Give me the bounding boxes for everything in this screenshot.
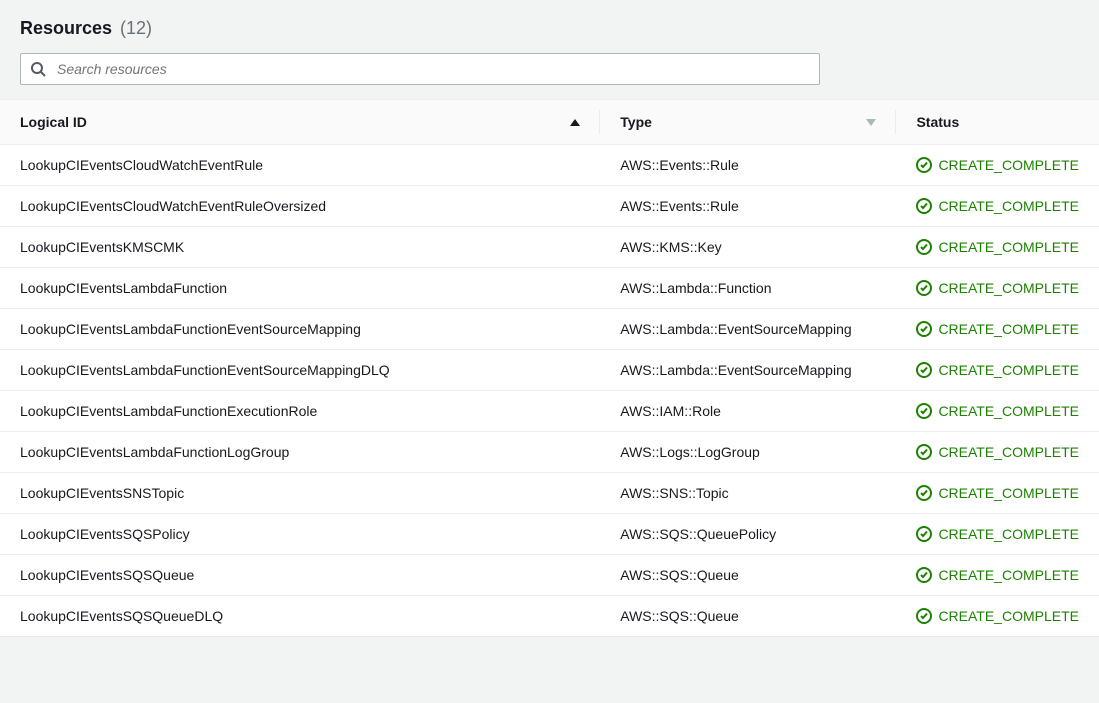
- table-row: LookupCIEventsLambdaFunctionExecutionRol…: [0, 391, 1099, 432]
- column-header-type[interactable]: Type: [600, 100, 896, 145]
- column-header-logical-id[interactable]: Logical ID: [0, 100, 600, 145]
- cell-status: CREATE_COMPLETE: [896, 432, 1099, 473]
- table-header-row: Logical ID Type: [0, 100, 1099, 145]
- table-row: LookupCIEventsSQSQueueAWS::SQS::Queue CRE…: [0, 555, 1099, 596]
- cell-type: AWS::SQS::QueuePolicy: [600, 514, 896, 555]
- check-circle-icon: [916, 157, 932, 173]
- sort-ascending-icon: [570, 119, 580, 126]
- cell-type: AWS::Lambda::Function: [600, 268, 896, 309]
- search-input[interactable]: [20, 53, 820, 85]
- search-box: [20, 53, 820, 85]
- cell-status: CREATE_COMPLETE: [896, 350, 1099, 391]
- check-circle-icon: [916, 403, 932, 419]
- status-text: CREATE_COMPLETE: [938, 608, 1079, 624]
- panel-header: Resources (12): [0, 0, 1099, 53]
- cell-logical-id: LookupCIEventsSQSQueueDLQ: [0, 596, 600, 637]
- resources-panel: Resources (12) Logical ID: [0, 0, 1099, 637]
- cell-logical-id: LookupCIEventsSQSQueue: [0, 555, 600, 596]
- column-label: Type: [620, 114, 652, 130]
- column-label: Logical ID: [20, 114, 87, 130]
- table-row: LookupCIEventsCloudWatchEventRuleOversiz…: [0, 186, 1099, 227]
- cell-type: AWS::Lambda::EventSourceMapping: [600, 309, 896, 350]
- status-text: CREATE_COMPLETE: [938, 321, 1079, 337]
- status-text: CREATE_COMPLETE: [938, 239, 1079, 255]
- cell-logical-id: LookupCIEventsKMSCMK: [0, 227, 600, 268]
- cell-type: AWS::SQS::Queue: [600, 555, 896, 596]
- cell-logical-id: LookupCIEventsCloudWatchEventRule: [0, 145, 600, 186]
- check-circle-icon: [916, 444, 932, 460]
- status-text: CREATE_COMPLETE: [938, 444, 1079, 460]
- cell-logical-id: LookupCIEventsLambdaFunctionExecutionRol…: [0, 391, 600, 432]
- check-circle-icon: [916, 280, 932, 296]
- check-circle-icon: [916, 608, 932, 624]
- table-row: LookupCIEventsCloudWatchEventRuleAWS::Ev…: [0, 145, 1099, 186]
- resources-table: Logical ID Type: [0, 99, 1099, 637]
- cell-status: CREATE_COMPLETE: [896, 145, 1099, 186]
- column-header-status[interactable]: Status: [896, 100, 1099, 145]
- check-circle-icon: [916, 526, 932, 542]
- column-label: Status: [916, 114, 959, 130]
- cell-logical-id: LookupCIEventsSQSPolicy: [0, 514, 600, 555]
- status-text: CREATE_COMPLETE: [938, 280, 1079, 296]
- table-row: LookupCIEventsKMSCMKAWS::KMS::Key CREATE_…: [0, 227, 1099, 268]
- cell-status: CREATE_COMPLETE: [896, 555, 1099, 596]
- status-text: CREATE_COMPLETE: [938, 567, 1079, 583]
- cell-type: AWS::Logs::LogGroup: [600, 432, 896, 473]
- table-row: LookupCIEventsSQSPolicyAWS::SQS::QueuePo…: [0, 514, 1099, 555]
- cell-type: AWS::SQS::Queue: [600, 596, 896, 637]
- page-title: Resources: [20, 18, 112, 38]
- status-text: CREATE_COMPLETE: [938, 198, 1079, 214]
- cell-status: CREATE_COMPLETE: [896, 596, 1099, 637]
- cell-status: CREATE_COMPLETE: [896, 473, 1099, 514]
- cell-logical-id: LookupCIEventsLambdaFunctionEventSourceM…: [0, 350, 600, 391]
- cell-type: AWS::Events::Rule: [600, 145, 896, 186]
- status-text: CREATE_COMPLETE: [938, 403, 1079, 419]
- check-circle-icon: [916, 321, 932, 337]
- cell-status: CREATE_COMPLETE: [896, 227, 1099, 268]
- status-text: CREATE_COMPLETE: [938, 157, 1079, 173]
- table-row: LookupCIEventsLambdaFunctionEventSourceM…: [0, 350, 1099, 391]
- check-circle-icon: [916, 362, 932, 378]
- search-icon: [30, 61, 46, 77]
- cell-status: CREATE_COMPLETE: [896, 391, 1099, 432]
- status-text: CREATE_COMPLETE: [938, 485, 1079, 501]
- cell-type: AWS::KMS::Key: [600, 227, 896, 268]
- status-text: CREATE_COMPLETE: [938, 526, 1079, 542]
- check-circle-icon: [916, 567, 932, 583]
- cell-logical-id: LookupCIEventsLambdaFunction: [0, 268, 600, 309]
- table-row: LookupCIEventsSQSQueueDLQAWS::SQS::Queue…: [0, 596, 1099, 637]
- cell-type: AWS::Events::Rule: [600, 186, 896, 227]
- table-row: LookupCIEventsLambdaFunctionEventSourceM…: [0, 309, 1099, 350]
- check-circle-icon: [916, 239, 932, 255]
- check-circle-icon: [916, 198, 932, 214]
- cell-logical-id: LookupCIEventsCloudWatchEventRuleOversiz…: [0, 186, 600, 227]
- search-wrap: [0, 53, 1099, 99]
- cell-type: AWS::Lambda::EventSourceMapping: [600, 350, 896, 391]
- cell-logical-id: LookupCIEventsLambdaFunctionLogGroup: [0, 432, 600, 473]
- cell-status: CREATE_COMPLETE: [896, 514, 1099, 555]
- cell-status: CREATE_COMPLETE: [896, 309, 1099, 350]
- cell-type: AWS::SNS::Topic: [600, 473, 896, 514]
- resource-count: (12): [120, 18, 152, 38]
- cell-logical-id: LookupCIEventsLambdaFunctionEventSourceM…: [0, 309, 600, 350]
- sort-neutral-icon: [866, 119, 876, 126]
- cell-status: CREATE_COMPLETE: [896, 186, 1099, 227]
- cell-status: CREATE_COMPLETE: [896, 268, 1099, 309]
- table-row: LookupCIEventsSNSTopicAWS::SNS::Topic CRE…: [0, 473, 1099, 514]
- status-text: CREATE_COMPLETE: [938, 362, 1079, 378]
- table-row: LookupCIEventsLambdaFunctionAWS::Lambda:…: [0, 268, 1099, 309]
- table-row: LookupCIEventsLambdaFunctionLogGroupAWS:…: [0, 432, 1099, 473]
- cell-type: AWS::IAM::Role: [600, 391, 896, 432]
- cell-logical-id: LookupCIEventsSNSTopic: [0, 473, 600, 514]
- check-circle-icon: [916, 485, 932, 501]
